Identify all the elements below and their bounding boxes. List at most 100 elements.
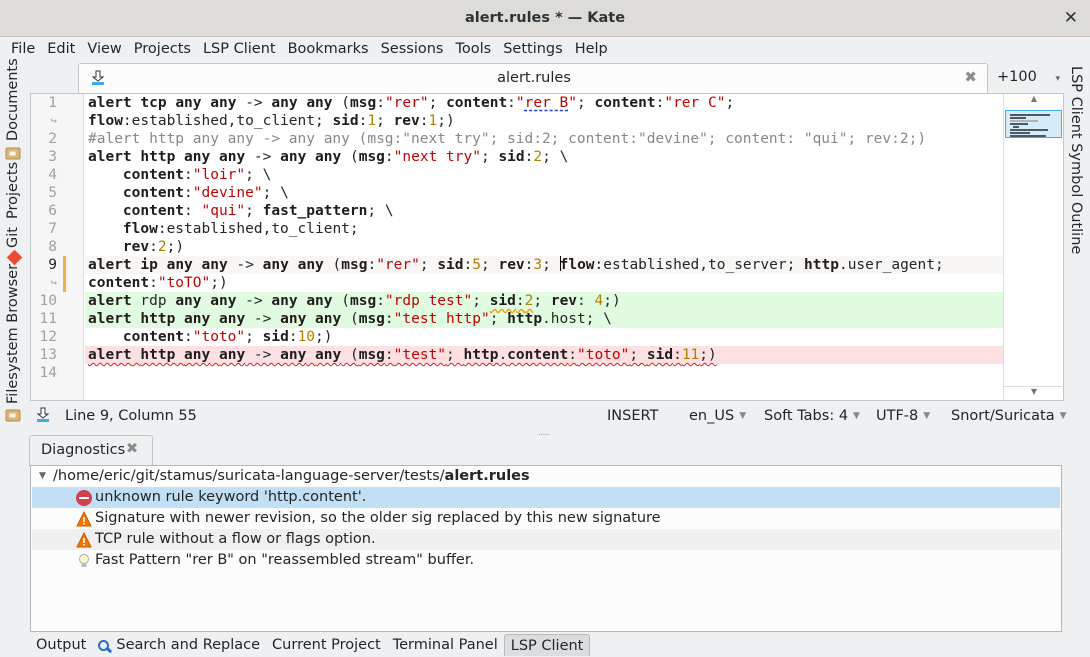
sidebar-tab-label: LSP Client Symbol Outline xyxy=(1068,66,1084,255)
code-line[interactable]: alert http any any -> any any (msg:"next… xyxy=(85,148,1003,166)
chevron-down-icon: ▼ xyxy=(923,411,931,421)
line-number: 9 xyxy=(48,257,57,273)
cursor-position[interactable]: Line 9, Column 55 xyxy=(65,408,197,424)
input-mode[interactable]: INSERT xyxy=(607,408,658,424)
diagnostic-message: Fast Pattern "rer B" on "reassembled str… xyxy=(95,552,475,568)
code-line[interactable]: flow:established,to_client; xyxy=(85,220,1003,238)
left-sidebar: Documents Projects Git Filesystem Browse… xyxy=(0,58,30,431)
modified-line-marker xyxy=(63,256,66,292)
dictionary-select[interactable]: en_US ▼ xyxy=(689,408,746,424)
code-area[interactable]: alert tcp any any -> any any (msg:"rer";… xyxy=(85,94,1003,400)
code-line[interactable]: content:"toTO";) xyxy=(85,274,1003,292)
search-icon xyxy=(98,639,110,651)
document-tab-bar: alert.rules ✖ +100 ▾ xyxy=(78,63,1064,93)
tool-tab-label: LSP Client xyxy=(510,637,584,654)
chevron-down-icon: ▼ xyxy=(739,411,747,421)
menu-help[interactable]: Help xyxy=(569,37,614,61)
code-line[interactable]: flow:established,to_client; sid:1; rev:1… xyxy=(85,112,1003,130)
menu-edit[interactable]: Edit xyxy=(41,37,81,61)
line-number: 2 xyxy=(48,131,57,147)
indent-select[interactable]: Soft Tabs: 4 ▼ xyxy=(764,408,860,424)
line-number: 6 xyxy=(48,203,57,219)
close-tab-icon[interactable]: ✖ xyxy=(126,441,138,457)
sidebar-tab-label: Documents xyxy=(5,58,21,141)
code-line[interactable] xyxy=(85,364,1003,382)
code-line[interactable]: content:"toto"; sid:10;) xyxy=(85,328,1003,346)
diagnostic-item[interactable]: unknown rule keyword 'http.content'. xyxy=(32,487,1060,508)
indent-label: Soft Tabs: 4 xyxy=(764,408,849,424)
syntax-select[interactable]: Snort/Suricata ▼ xyxy=(951,408,1067,424)
diagnostic-message: Signature with newer revision, so the ol… xyxy=(95,510,661,526)
title-bar: alert.rules * — Kate ✕ xyxy=(0,0,1090,37)
code-line[interactable]: rev:2;) xyxy=(85,238,1003,256)
menu-lsp-client[interactable]: LSP Client xyxy=(197,37,282,61)
code-line[interactable]: alert tcp any any -> any any (msg:"rer";… xyxy=(85,94,1003,112)
diagnostics-panel: ▼ /home/eric/git/stamus/suricata-languag… xyxy=(30,465,1062,632)
dictionary-label: en_US xyxy=(689,408,735,424)
save-icon xyxy=(36,407,50,427)
folder-icon xyxy=(5,146,21,161)
line-number: 13 xyxy=(39,347,57,363)
code-line[interactable]: alert http any any -> any any (msg:"test… xyxy=(85,310,1003,328)
code-line[interactable]: alert ip any any -> any any (msg:"rer"; … xyxy=(85,256,1003,274)
tool-tab-current-project[interactable]: Current Project xyxy=(266,634,387,656)
diagnostics-file-row[interactable]: ▼ /home/eric/git/stamus/suricata-languag… xyxy=(32,466,1060,487)
sidebar-tab-symbol-outline[interactable]: LSP Client Symbol Outline xyxy=(1068,66,1084,254)
window-title: alert.rules * — Kate xyxy=(464,10,626,26)
line-number: 12 xyxy=(39,329,57,345)
sidebar-tab-label: Projects xyxy=(5,161,21,219)
quick-open-button[interactable]: +100 ▾ xyxy=(997,63,1062,93)
menu-sessions[interactable]: Sessions xyxy=(375,37,450,61)
sidebar-tab-filesystem-browser[interactable]: Filesystem Browser xyxy=(5,264,21,404)
diagnostic-item[interactable]: Signature with newer revision, so the ol… xyxy=(32,508,1060,529)
minimap-scrollbar[interactable]: ▲ ▼ xyxy=(1003,94,1064,400)
warning-icon xyxy=(76,531,92,548)
diagnostic-item[interactable]: TCP rule without a flow or flags option. xyxy=(32,529,1060,550)
close-tab-icon[interactable]: ✖ xyxy=(964,68,977,86)
tool-tab-search-replace[interactable]: Search and Replace xyxy=(92,634,266,656)
encoding-select[interactable]: UTF-8 ▼ xyxy=(876,408,930,424)
line-number: 4 xyxy=(48,167,57,183)
menu-tools[interactable]: Tools xyxy=(449,37,497,61)
line-number-gutter: 1 ↪ 2 3 4 5 6 7 8 9 ↪ 10 11 12 13 14 xyxy=(31,94,84,400)
panel-resize-handle[interactable]: ····· xyxy=(538,430,550,441)
error-icon xyxy=(76,490,92,506)
code-line[interactable]: #alert http any any -> any any (msg:"nex… xyxy=(85,130,1003,148)
status-bar: Line 9, Column 55 INSERT en_US ▼ Soft Tab… xyxy=(0,404,1090,430)
sidebar-tab-git[interactable]: Git xyxy=(5,227,21,248)
line-number: 5 xyxy=(48,185,57,201)
code-line[interactable]: alert http any any -> any any (msg:"test… xyxy=(85,346,1003,364)
menu-settings[interactable]: Settings xyxy=(497,37,568,61)
tool-tab-output[interactable]: Output xyxy=(30,634,92,656)
tool-tab-label: Output xyxy=(36,637,87,653)
expand-arrow-icon[interactable]: ▼ xyxy=(39,466,46,487)
line-number: 14 xyxy=(39,365,57,381)
tab-diagnostics[interactable]: Diagnostics ✖ xyxy=(29,435,153,466)
chevron-down-icon: ▼ xyxy=(853,411,860,421)
syntax-label: Snort/Suricata xyxy=(951,408,1055,424)
code-line[interactable]: content:"devine"; \ xyxy=(85,184,1003,202)
close-icon[interactable]: ✕ xyxy=(1064,8,1078,28)
scroll-up-icon[interactable]: ▲ xyxy=(1004,94,1064,104)
sidebar-tab-projects[interactable]: Projects xyxy=(5,162,21,219)
tool-tab-terminal[interactable]: Terminal Panel xyxy=(387,634,504,656)
code-line[interactable]: content:"loir"; \ xyxy=(85,166,1003,184)
code-line[interactable]: content: "qui"; fast_pattern; \ xyxy=(85,202,1003,220)
diagnostic-message: unknown rule keyword 'http.content'. xyxy=(95,489,367,505)
diagnostic-item[interactable]: Fast Pattern "rer B" on "reassembled str… xyxy=(32,550,1060,571)
menu-bar: File Edit View Projects LSP Client Bookm… xyxy=(0,37,1090,61)
tool-tab-lsp-client[interactable]: LSP Client xyxy=(503,634,591,656)
menu-view[interactable]: View xyxy=(81,37,127,61)
code-line[interactable]: alert rdp any any -> any any (msg:"rdp t… xyxy=(85,292,1003,310)
tab-label: Diagnostics xyxy=(41,442,126,458)
sidebar-tab-documents[interactable]: Documents xyxy=(5,58,21,141)
scroll-down-icon[interactable]: ▼ xyxy=(1004,386,1064,400)
menu-bookmarks[interactable]: Bookmarks xyxy=(282,37,375,61)
minimap-viewport[interactable] xyxy=(1005,110,1062,138)
menu-projects[interactable]: Projects xyxy=(128,37,197,61)
wrap-indicator-icon: ↪ xyxy=(50,276,57,289)
bottom-tool-tabs: Output Search and Replace Current Projec… xyxy=(30,634,591,656)
tab-alert-rules[interactable]: alert.rules ✖ xyxy=(78,63,988,93)
code-editor[interactable]: 1 ↪ 2 3 4 5 6 7 8 9 ↪ 10 11 12 13 14 alert tcp any any … xyxy=(30,93,1064,401)
chevron-down-icon: ▼ xyxy=(1059,411,1067,421)
